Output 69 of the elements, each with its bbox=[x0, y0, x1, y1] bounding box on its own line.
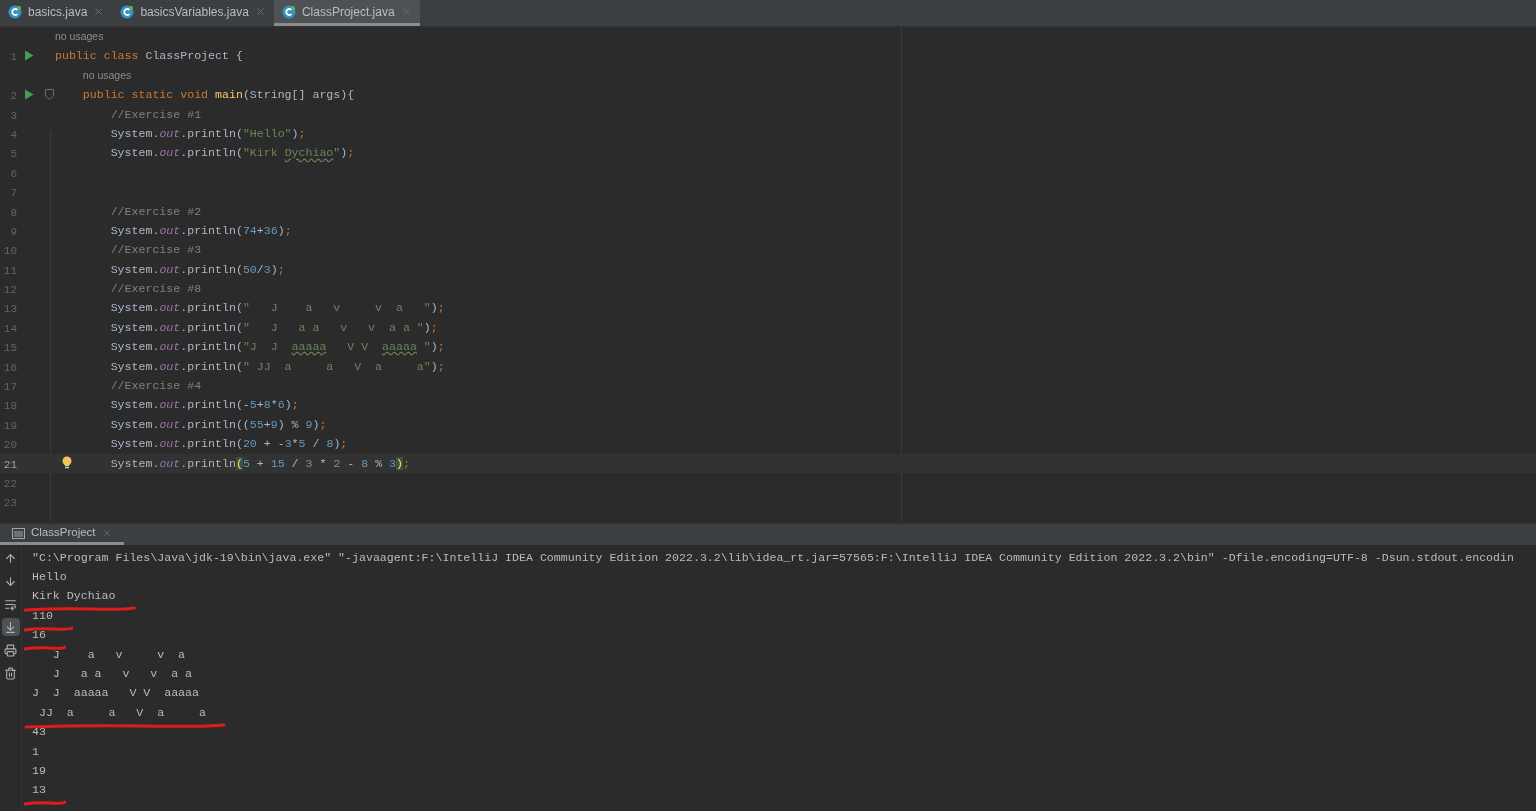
fold-icon[interactable] bbox=[45, 89, 54, 101]
line-number: 20 bbox=[3, 438, 17, 454]
code-line: System.out.println(-5+8*6); bbox=[109, 397, 299, 414]
console-output-line: Kirk Dychiao bbox=[32, 589, 116, 603]
code-line: System.out.println(5 + 15 / 3 * 2 - 8 % 3); bbox=[109, 455, 410, 472]
console-tab-label: ClassProject bbox=[31, 525, 96, 541]
console-output-line: 1 bbox=[32, 744, 39, 758]
code-line: System.out.println(20 + -3*5 / 8); bbox=[109, 436, 348, 453]
code-line: public class ClassProject { bbox=[55, 48, 243, 65]
line-number: 16 bbox=[3, 360, 17, 376]
code-line: //Exercise #4 bbox=[109, 378, 202, 395]
line-number: 15 bbox=[3, 341, 17, 357]
console-output-line: JJ a a V a a bbox=[37, 705, 206, 719]
tab-label: ClassProject.java bbox=[301, 3, 395, 21]
console-output-line: Hello bbox=[32, 570, 67, 584]
code-line: System.out.println(" J a v v a "); bbox=[109, 300, 445, 317]
usage-hint: no usages bbox=[82, 67, 132, 83]
line-number: 4 bbox=[10, 127, 17, 143]
class-file-icon bbox=[281, 4, 296, 19]
code-line: System.out.println(" J a a v v a a "); bbox=[109, 319, 438, 336]
console-tab[interactable]: ClassProject bbox=[0, 524, 124, 545]
code-line: System.out.println("J J aaaaa V V aaaaa "); bbox=[109, 339, 445, 356]
run-icon[interactable] bbox=[24, 89, 34, 101]
console-output-line: 16 bbox=[32, 628, 46, 642]
code-line: public static void main(String[] args){ bbox=[81, 87, 355, 104]
line-number: 19 bbox=[3, 418, 17, 434]
line-number: 22 bbox=[3, 477, 17, 492]
line-number: 3 bbox=[10, 108, 17, 124]
line-number: 10 bbox=[3, 244, 17, 260]
editor-tab[interactable]: basicsVariables.java bbox=[112, 0, 274, 26]
code-line: //Exercise #1 bbox=[109, 106, 202, 123]
code-line: System.out.println(74+36); bbox=[109, 222, 292, 239]
class-file-icon bbox=[8, 4, 22, 19]
scroll-to-end-icon[interactable] bbox=[1, 618, 20, 636]
tab-label: basics.java bbox=[28, 3, 88, 21]
line-number: 7 bbox=[10, 186, 17, 202]
line-number: 11 bbox=[3, 263, 17, 279]
usage-hint: no usages bbox=[55, 28, 104, 44]
lightbulb-icon[interactable] bbox=[62, 455, 72, 470]
console-output-line: "C:\Program Files\Java\jdk-19\bin\java.exe" "-javaagent:F:\IntelliJ IDEA Community Edition 2022.3.2\lib\idea_rt.jar=57565:F:\IntelliJ IDEA Community Edition 2022.3.2\bin" -Dfile.encoding=UTF-8 -Dsun.stdout.encodin bbox=[32, 550, 1514, 564]
code-line: //Exercise #3 bbox=[109, 242, 202, 259]
console-output-line: J J aaaaa V V aaaaa bbox=[32, 686, 199, 700]
console-output-line: 19 bbox=[32, 764, 46, 777]
console-output-line: 13 bbox=[32, 783, 46, 797]
code-line: System.out.println("Hello"); bbox=[109, 125, 306, 142]
print-icon[interactable] bbox=[1, 641, 20, 659]
code-line: System.out.println(" JJ a a V a a"); bbox=[109, 358, 445, 375]
editor-tab[interactable]: basics.java bbox=[0, 0, 113, 26]
line-number: 17 bbox=[3, 380, 17, 396]
code-line: //Exercise #2 bbox=[109, 203, 202, 220]
console-output-line: J a v v a bbox=[51, 647, 186, 661]
code-line: System.out.println((55+9) % 9); bbox=[109, 416, 327, 433]
console-output-line: 110 bbox=[32, 608, 53, 622]
console-icon bbox=[12, 527, 25, 539]
line-number: 18 bbox=[3, 399, 17, 415]
code-line: System.out.println("Kirk Dychiao"); bbox=[109, 145, 355, 162]
code-line: System.out.println(50/3); bbox=[109, 261, 285, 278]
line-number: 12 bbox=[3, 283, 17, 299]
line-number: 21 bbox=[3, 457, 17, 473]
line-number: 13 bbox=[3, 302, 17, 318]
line-number: 23 bbox=[3, 496, 17, 512]
editor-tab[interactable]: ClassProject.java bbox=[273, 0, 420, 26]
code-line: //Exercise #8 bbox=[109, 281, 202, 298]
console-output-line: J a a v v a a bbox=[51, 667, 193, 681]
class-file-icon bbox=[120, 4, 135, 19]
run-icon[interactable] bbox=[24, 50, 34, 62]
console-output-line: 43 bbox=[32, 725, 46, 739]
line-number: 14 bbox=[3, 321, 17, 337]
tab-label: basicsVariables.java bbox=[140, 3, 249, 21]
